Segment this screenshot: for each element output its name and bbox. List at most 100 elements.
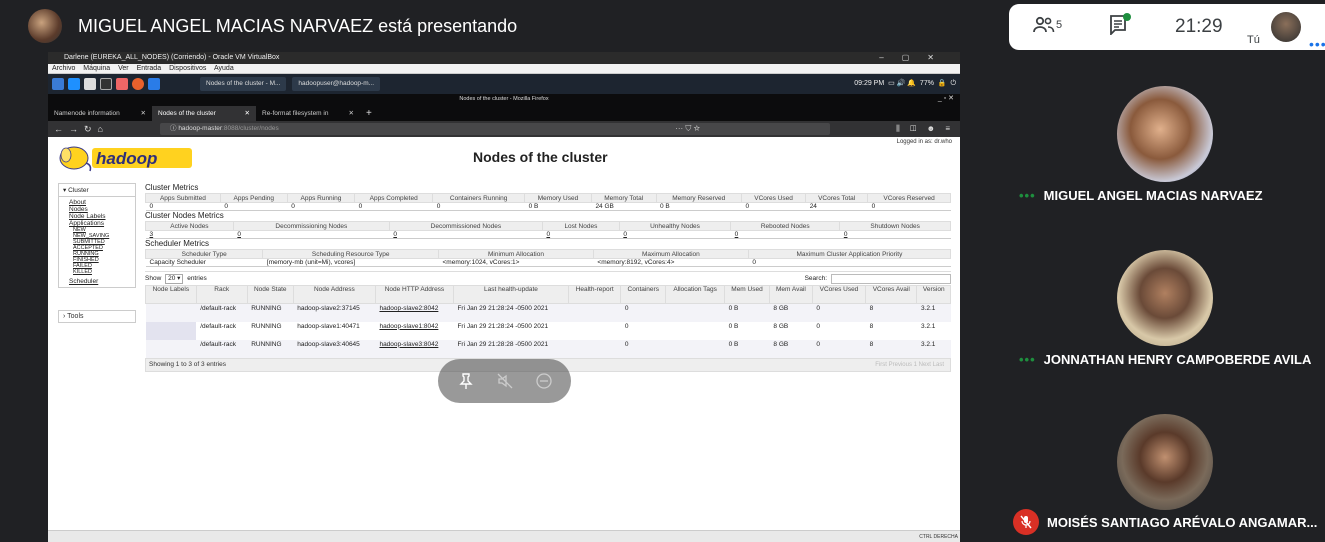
column-header[interactable]: Node State [246, 285, 294, 304]
pager-last[interactable]: Last [933, 362, 944, 368]
cell-vcores-used: 0 [816, 322, 820, 330]
cell-mem-used: 0 B [724, 339, 770, 358]
node-http-link[interactable]: hadoop-slave3:8042 [375, 339, 454, 358]
toolbar-icons[interactable]: ⫼ ◫ ☻ ≡ [896, 121, 954, 137]
more-dots-icon[interactable]: ••• [1309, 36, 1325, 52]
unhealthy-nodes-link[interactable]: 0 [619, 230, 731, 239]
close-icon[interactable]: ✕ [349, 106, 354, 121]
tab-reformat[interactable]: Re-format filesystem in ✕ [256, 106, 360, 121]
lock-icon[interactable]: 🔒 [936, 80, 947, 87]
sidebar-item-applications[interactable]: Applications [69, 220, 129, 227]
column-header[interactable]: Containers [620, 285, 667, 304]
files-icon[interactable] [84, 78, 96, 90]
column-header[interactable]: Node Labels [145, 285, 197, 304]
tab-nodes[interactable]: Nodes of the cluster ✕ [152, 106, 256, 121]
sidebar-cluster-header[interactable]: ▾ Cluster [59, 184, 135, 197]
window-controls[interactable]: –▢✕ [879, 52, 952, 64]
browser-icon[interactable] [116, 78, 128, 90]
metric-value: 0 [867, 202, 951, 211]
people-button[interactable]: 5 [1033, 16, 1062, 34]
pager-first[interactable]: First [875, 362, 887, 368]
participant-tile: ••• JONNATHAN HENRY CAMPOBERDE AVILA [1005, 244, 1325, 367]
chat-button[interactable] [1109, 13, 1131, 35]
column-header[interactable]: Node Address [292, 285, 376, 304]
url-bar[interactable]: ⓘ hadoop-master:8088/cluster/nodes ··· ⛉… [160, 123, 830, 135]
vscode-icon[interactable] [148, 78, 160, 90]
active-nodes-link[interactable]: 3 [145, 230, 234, 239]
cluster-metrics-table: Apps Submitted Apps Pending Apps Running… [145, 193, 951, 211]
taskbar-window-terminal[interactable]: hadoopuser@hadoop-m... [292, 77, 381, 91]
self-avatar[interactable] [1271, 12, 1301, 42]
pager-next[interactable]: Next [919, 362, 931, 368]
page-actions-icons[interactable]: ··· ⛉ ☆ [675, 123, 700, 135]
search-input[interactable] [831, 274, 951, 284]
new-tab-button[interactable]: + [366, 106, 372, 121]
menu-dispositivos[interactable]: Dispositivos [169, 65, 206, 72]
decommissioning-nodes-link[interactable]: 0 [233, 230, 390, 239]
cell-version: 3.2.1 [916, 303, 951, 322]
participant-name: ••• JONNATHAN HENRY CAMPOBERDE AVILA [1019, 352, 1312, 367]
metric-header: Memory Reserved [655, 193, 742, 203]
presenter-avatar [28, 9, 62, 43]
back-icon[interactable]: ← [54, 124, 63, 134]
column-header[interactable]: Last health-update [452, 285, 569, 304]
column-header[interactable]: Allocation Tags [665, 285, 726, 304]
cell-mem-used: 0 B [724, 303, 770, 322]
metric-header: Apps Running [286, 193, 356, 203]
metric-header: Scheduler Type [144, 249, 264, 259]
sidebar-tools[interactable]: › Tools [58, 310, 136, 323]
sidebar-item-scheduler[interactable]: Scheduler [69, 278, 129, 285]
menu-entrada[interactable]: Entrada [137, 65, 162, 72]
app-icon[interactable] [68, 78, 80, 90]
home-icon[interactable]: ⌂ [98, 124, 103, 134]
column-header[interactable]: Node HTTP Address [374, 285, 454, 304]
pager-page[interactable]: 1 [914, 362, 917, 368]
taskbar-window-firefox[interactable]: Nodes of the cluster - M... [200, 77, 287, 91]
pin-icon[interactable] [457, 372, 475, 390]
column-header[interactable]: Mem Avail [768, 285, 813, 304]
column-header[interactable]: Health-report [567, 285, 622, 304]
close-icon[interactable]: ✕ [245, 106, 250, 121]
close-icon[interactable]: ✕ [141, 106, 146, 121]
cell-labels [145, 321, 197, 340]
forward-icon[interactable]: → [69, 124, 78, 134]
column-header[interactable]: VCores Used [811, 285, 867, 304]
page-size-select[interactable]: 20 ▾ [165, 274, 184, 284]
sidebar-item-killed[interactable]: KILLED [69, 269, 129, 275]
node-http-link[interactable]: hadoop-slave2:8042 [375, 303, 454, 322]
sidebar-item-node-labels[interactable]: Node Labels [69, 213, 129, 220]
sidebar-item-nodes[interactable]: Nodes [69, 206, 129, 213]
nodes-table: Node Labels Rack Node State Node Address… [145, 285, 951, 358]
mute-audio-icon[interactable] [496, 372, 514, 390]
lost-nodes-link[interactable]: 0 [542, 230, 620, 239]
menu-ayuda[interactable]: Ayuda [214, 65, 234, 72]
rebooted-nodes-link[interactable]: 0 [730, 230, 840, 239]
cell-tags [665, 339, 725, 358]
column-header[interactable]: Version [916, 285, 951, 304]
participant-avatar [1117, 250, 1213, 346]
firefox-icon[interactable] [132, 78, 144, 90]
terminal-icon[interactable] [100, 78, 112, 90]
menu-maquina[interactable]: Máquina [83, 65, 110, 72]
tab-namenode[interactable]: Namenode information ✕ [48, 106, 152, 121]
menu-archivo[interactable]: Archivo [52, 65, 75, 72]
shutdown-nodes-link[interactable]: 0 [839, 230, 951, 239]
remove-icon[interactable] [535, 372, 553, 390]
column-header[interactable]: VCores Avail [865, 285, 918, 304]
start-icon[interactable] [52, 78, 64, 90]
firefox-navbar: ← → ↻ ⌂ ⓘ hadoop-master:8088/cluster/nod… [48, 121, 960, 137]
pager-previous[interactable]: Previous [889, 362, 912, 368]
metric-value: <memory:1024, vCores:1> [438, 258, 594, 267]
decommissioned-nodes-link[interactable]: 0 [389, 230, 543, 239]
node-http-link[interactable]: hadoop-slave1:8042 [375, 322, 453, 340]
metric-value: [memory-mb (unit=Mi), vcores] [262, 258, 439, 267]
firefox-window-controls[interactable]: _ ▫ ✕ [938, 94, 954, 104]
column-header[interactable]: Rack [195, 285, 248, 304]
sidebar-item-about[interactable]: About [69, 199, 129, 206]
metric-header: Active Nodes [145, 221, 234, 231]
menu-ver[interactable]: Ver [118, 65, 129, 72]
reload-icon[interactable]: ↻ [84, 124, 92, 135]
column-header[interactable]: Mem Used [724, 285, 770, 304]
main-content: Cluster Metrics Apps Submitted Apps Pend… [144, 183, 952, 372]
power-icon[interactable]: ⏻ [949, 80, 956, 87]
